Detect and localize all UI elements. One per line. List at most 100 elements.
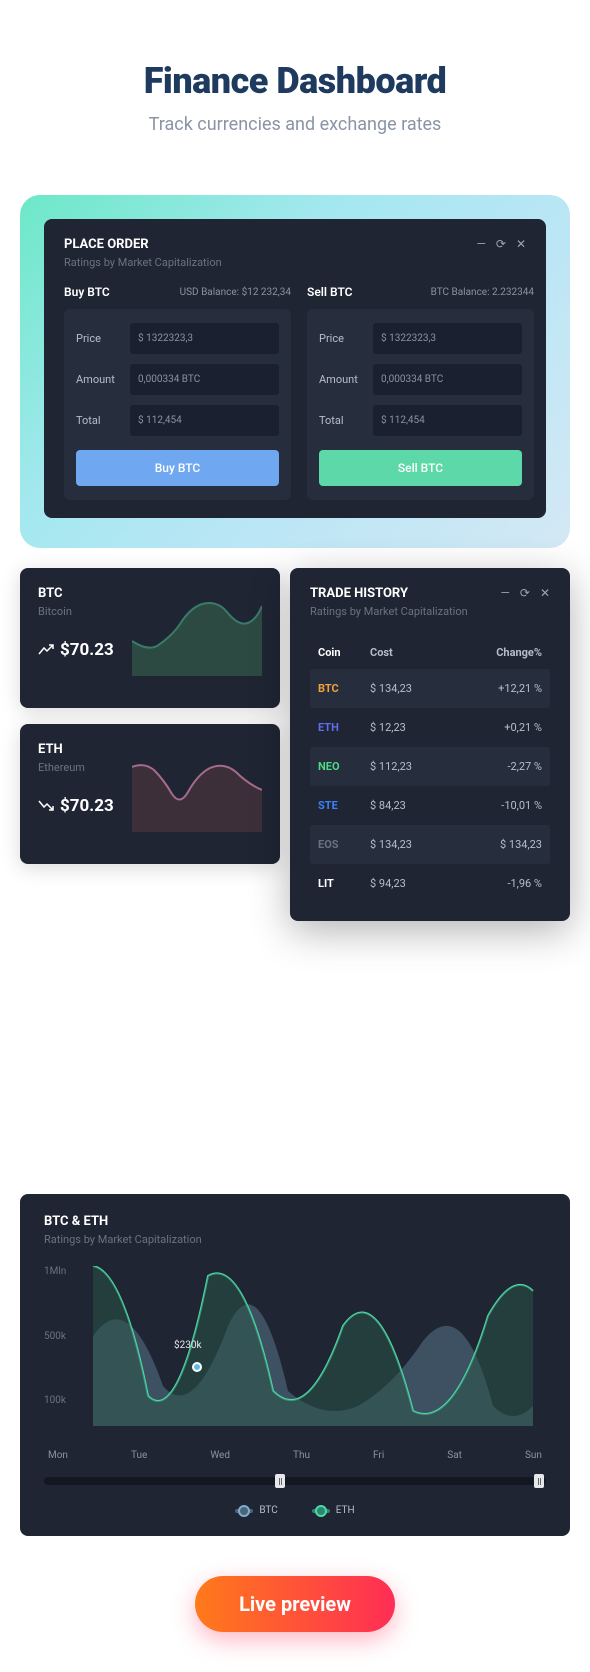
legend-dot-icon [235,1509,253,1513]
btc-mini-card[interactable]: BTC Bitcoin $70.23 [20,568,280,708]
live-preview-button[interactable]: Live preview [195,1576,395,1632]
sell-total-input[interactable] [373,405,522,436]
sell-price-label: Price [319,332,365,345]
history-title: TRADE HISTORY [310,586,468,601]
x-label: Sun [525,1450,542,1461]
table-row[interactable]: BTC$ 134,23+12,21 % [310,669,550,708]
close-icon[interactable]: ✕ [540,586,550,600]
buy-price-label: Price [76,332,122,345]
y-label: 100k [44,1395,66,1406]
row-coin: NEO [318,760,370,773]
buy-amount-input[interactable] [130,364,279,395]
row-change: -2,27 % [450,760,542,773]
minimize-icon[interactable]: — [501,586,510,600]
eth-mini-card[interactable]: ETH Ethereum $70.23 [20,724,280,864]
row-cost: $ 94,23 [370,877,450,890]
row-coin: BTC [318,682,370,695]
btc-balance: BTC Balance: 2.232344 [431,287,534,298]
row-cost: $ 112,23 [370,760,450,773]
row-cost: $ 134,23 [370,838,450,851]
dashboard-container: PLACE ORDER Ratings by Market Capitaliza… [20,195,570,548]
legend-eth[interactable]: ETH [312,1505,355,1516]
table-row[interactable]: NEO$ 112,23-2,27 % [310,747,550,786]
sell-panel: Sell BTC BTC Balance: 2.232344 Price Amo… [307,285,534,500]
table-row[interactable]: LIT$ 94,23-1,96 % [310,864,550,903]
trend-up-icon [38,644,54,656]
range-slider[interactable] [44,1477,546,1485]
chart-area: 1Mln 500k 100k $230k [44,1266,546,1436]
eth-price: $70.23 [38,796,114,816]
btc-symbol: BTC [38,586,114,601]
row-change: $ 134,23 [450,838,542,851]
mini-cards-row: BTC Bitcoin $70.23 ETH Ethereum $70.23 [0,568,590,864]
row-change: +12,21 % [450,682,542,695]
sell-price-input[interactable] [373,323,522,354]
buy-button[interactable]: Buy BTC [76,450,279,486]
chart-tooltip: $230k [192,1362,202,1372]
x-label: Wed [210,1450,230,1461]
x-label: Mon [48,1450,68,1461]
sell-total-label: Total [319,414,365,427]
btc-name: Bitcoin [38,605,114,618]
trend-down-icon [38,800,54,812]
history-subtitle: Ratings by Market Capitalization [310,605,468,618]
place-order-subtitle: Ratings by Market Capitalization [64,256,222,269]
row-coin: STE [318,799,370,812]
sell-button[interactable]: Sell BTC [319,450,522,486]
row-cost: $ 12,23 [370,721,450,734]
eth-sparkline [132,742,262,832]
buy-amount-label: Amount [76,373,122,386]
sell-amount-input[interactable] [373,364,522,395]
btc-price: $70.23 [38,640,114,660]
trade-history-card: TRADE HISTORY Ratings by Market Capitali… [290,568,570,921]
row-coin: EOS [318,838,370,851]
x-axis-labels: MonTueWedThuFriSatSun [44,1450,546,1461]
sell-title: Sell BTC [307,285,353,299]
row-change: -1,96 % [450,877,542,890]
table-row[interactable]: EOS$ 134,23$ 134,23 [310,825,550,864]
slider-handle-left[interactable] [275,1474,285,1488]
refresh-icon[interactable]: ⟳ [496,237,506,251]
row-coin: ETH [318,721,370,734]
place-order-card: PLACE ORDER Ratings by Market Capitaliza… [44,219,546,518]
buy-panel: Buy BTC USD Balance: $12 232,34 Price Am… [64,285,291,500]
buy-price-input[interactable] [130,323,279,354]
col-cost: Cost [370,646,450,659]
btc-sparkline [132,586,262,676]
chart-title: BTC & ETH [44,1214,546,1229]
legend-btc[interactable]: BTC [235,1505,277,1516]
minimize-icon[interactable]: — [477,237,486,251]
close-icon[interactable]: ✕ [516,237,526,251]
eth-name: Ethereum [38,761,114,774]
y-label: 1Mln [44,1266,66,1277]
history-table: Coin Cost Change% BTC$ 134,23+12,21 %ETH… [310,636,550,903]
legend-dot-icon [312,1509,330,1513]
row-change: +0,21 % [450,721,542,734]
table-row[interactable]: ETH$ 12,23+0,21 % [310,708,550,747]
x-label: Fri [373,1450,384,1461]
buy-total-label: Total [76,414,122,427]
row-cost: $ 134,23 [370,682,450,695]
x-label: Tue [131,1450,147,1461]
place-order-title: PLACE ORDER [64,237,222,252]
sell-amount-label: Amount [319,373,365,386]
y-label: 500k [44,1331,66,1342]
buy-total-input[interactable] [130,405,279,436]
row-coin: LIT [318,877,370,890]
refresh-icon[interactable]: ⟳ [520,586,530,600]
table-row[interactable]: STE$ 84,23-10,01 % [310,786,550,825]
usd-balance: USD Balance: $12 232,34 [180,287,291,298]
area-chart [80,1266,546,1426]
row-change: -10,01 % [450,799,542,812]
chart-legend: BTC ETH [44,1505,546,1516]
col-coin: Coin [318,646,370,659]
x-label: Sat [447,1450,462,1461]
eth-symbol: ETH [38,742,114,757]
page-subtitle: Track currencies and exchange rates [20,114,570,135]
page-title: Finance Dashboard [20,60,570,102]
row-cost: $ 84,23 [370,799,450,812]
btc-eth-chart-card: BTC & ETH Ratings by Market Capitalizati… [20,1194,570,1536]
chart-subtitle: Ratings by Market Capitalization [44,1233,546,1246]
buy-title: Buy BTC [64,285,110,299]
slider-handle-right[interactable] [534,1474,544,1488]
